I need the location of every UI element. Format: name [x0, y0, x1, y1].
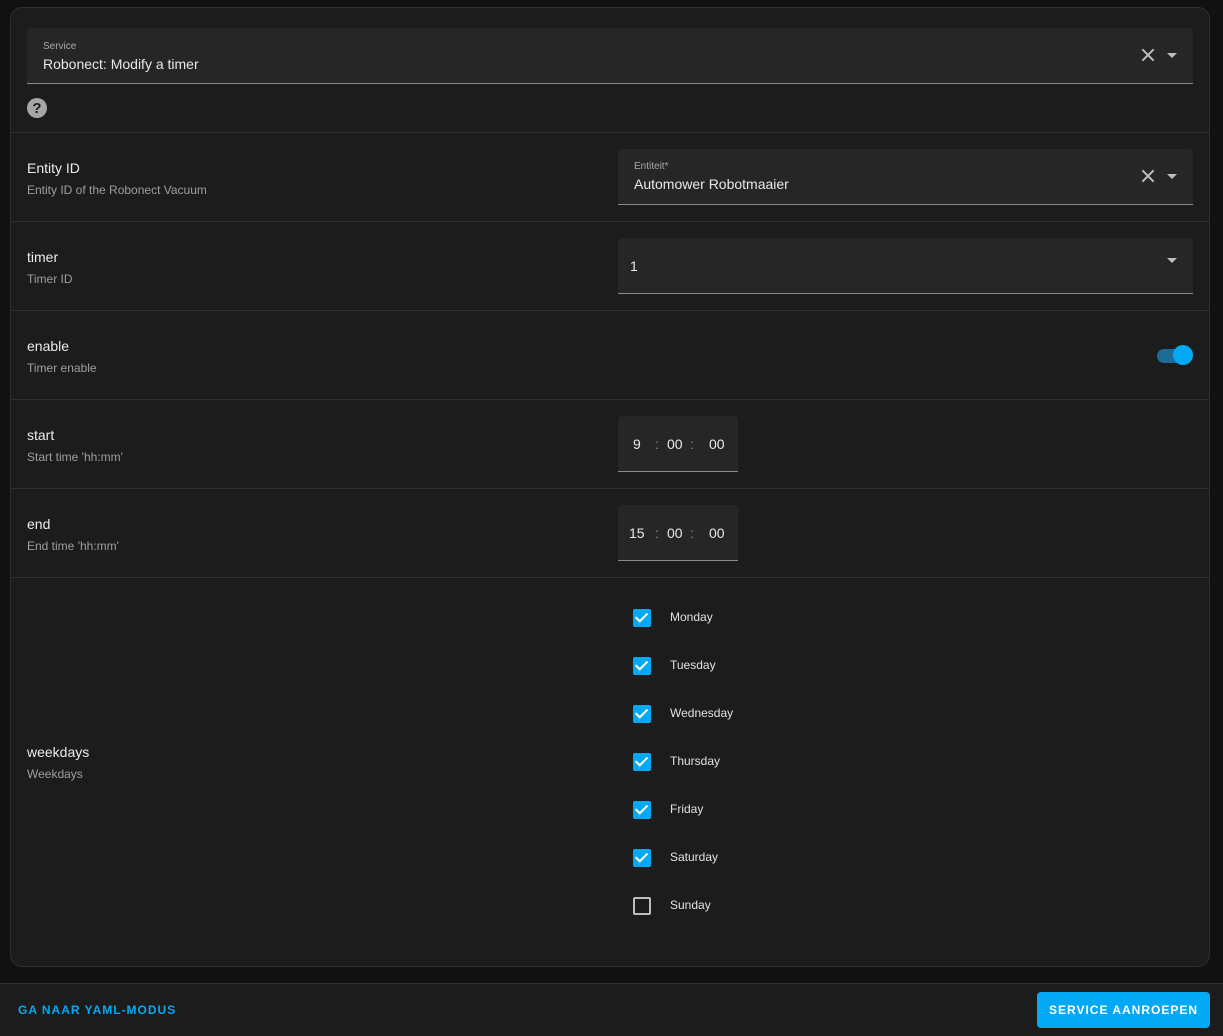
- timer-row: timer Timer ID 1: [11, 222, 1209, 311]
- start-time-input[interactable]: 9 : 00 : 00: [618, 416, 738, 472]
- row-title: weekdays: [27, 744, 90, 760]
- caret-down-icon[interactable]: [1167, 258, 1177, 263]
- row-description: End time 'hh:mm': [27, 539, 119, 553]
- weekday-label: Thursday: [670, 754, 721, 768]
- start-minutes[interactable]: 00: [667, 436, 683, 452]
- checkbox-checked-icon[interactable]: [633, 801, 651, 819]
- timer-value: 1: [630, 258, 638, 274]
- checkbox-unchecked-icon[interactable]: [633, 897, 651, 915]
- service-card: Service Robonect: Modify a timer ? Entit…: [10, 7, 1210, 967]
- checkbox-checked-icon[interactable]: [633, 657, 651, 675]
- entity-row: Entity ID Entity ID of the Robonect Vacu…: [11, 133, 1209, 222]
- checkbox-checked-icon[interactable]: [633, 609, 651, 627]
- entity-value: Automower Robotmaaier: [634, 176, 789, 192]
- weekdays-row: weekdays Weekdays Monday Tuesday Wednesday…: [11, 578, 1209, 966]
- end-seconds[interactable]: 00: [709, 525, 725, 541]
- checkbox-checked-icon[interactable]: [633, 753, 651, 771]
- weekday-label: Monday: [670, 610, 713, 624]
- checkbox-checked-icon[interactable]: [633, 849, 651, 867]
- caret-down-icon[interactable]: [1167, 173, 1177, 179]
- time-separator: :: [655, 525, 659, 541]
- clear-icon[interactable]: [1141, 48, 1155, 62]
- end-hours[interactable]: 15: [629, 525, 645, 541]
- enable-row: enable Timer enable: [11, 311, 1209, 400]
- time-separator: :: [690, 436, 694, 452]
- call-service-button[interactable]: SERVICE AANROEPEN: [1037, 992, 1210, 1028]
- dialog-footer: GA NAAR YAML-MODUS SERVICE AANROEPEN: [0, 983, 1223, 1036]
- entity-select[interactable]: Entiteit* Automower Robotmaaier: [618, 149, 1193, 205]
- start-row: start Start time 'hh:mm' 9 : 00 : 00: [11, 400, 1209, 489]
- row-title: Entity ID: [27, 160, 80, 176]
- weekday-label: Sunday: [670, 898, 711, 912]
- row-description: Weekdays: [27, 767, 83, 781]
- end-time-input[interactable]: 15 : 00 : 00: [618, 505, 738, 561]
- start-hours[interactable]: 9: [633, 436, 641, 452]
- yaml-mode-button[interactable]: GA NAAR YAML-MODUS: [18, 1003, 176, 1017]
- end-row: end End time 'hh:mm' 15 : 00 : 00: [11, 489, 1209, 578]
- help-icon[interactable]: ?: [27, 98, 47, 118]
- weekday-label: Friday: [670, 802, 704, 816]
- row-title: end: [27, 516, 51, 532]
- service-value: Robonect: Modify a timer: [43, 56, 199, 72]
- row-title: enable: [27, 338, 70, 354]
- clear-icon[interactable]: [1141, 169, 1155, 183]
- toggle-thumb: [1173, 345, 1193, 365]
- end-minutes[interactable]: 00: [667, 525, 683, 541]
- row-title: start: [27, 427, 55, 443]
- weekday-label: Wednesday: [670, 706, 734, 720]
- service-select[interactable]: Service Robonect: Modify a timer: [27, 28, 1193, 84]
- row-description: Timer enable: [27, 361, 97, 375]
- entity-label: Entiteit*: [634, 161, 669, 172]
- row-title: timer: [27, 249, 59, 265]
- start-seconds[interactable]: 00: [709, 436, 725, 452]
- enable-toggle[interactable]: [1157, 345, 1193, 365]
- caret-down-icon[interactable]: [1167, 52, 1177, 58]
- service-label: Service: [43, 41, 77, 52]
- checkbox-checked-icon[interactable]: [633, 705, 651, 723]
- weekday-label: Saturday: [670, 850, 719, 864]
- time-separator: :: [655, 436, 659, 452]
- row-description: Start time 'hh:mm': [27, 450, 123, 464]
- service-section: Service Robonect: Modify a timer ?: [11, 8, 1209, 133]
- row-description: Timer ID: [27, 272, 73, 286]
- row-description: Entity ID of the Robonect Vacuum: [27, 183, 207, 197]
- timer-select[interactable]: 1: [618, 238, 1193, 294]
- time-separator: :: [690, 525, 694, 541]
- weekday-label: Tuesday: [670, 658, 716, 672]
